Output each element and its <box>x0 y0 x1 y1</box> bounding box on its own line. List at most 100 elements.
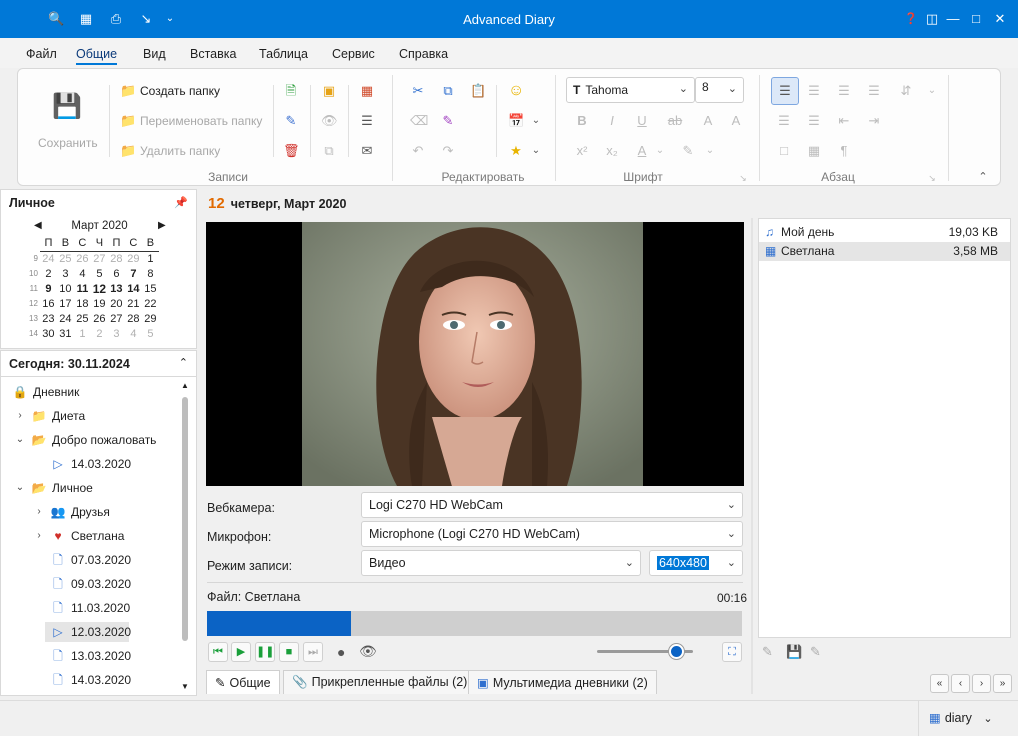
calendar-day[interactable]: 27 <box>108 311 125 326</box>
webcam-select[interactable]: Logi C270 HD WebCam ⌄ <box>361 492 743 518</box>
calendar-day[interactable]: 25 <box>74 311 91 326</box>
copy-icon[interactable]: ⧉ <box>440 83 456 99</box>
recording-progress[interactable] <box>207 611 742 636</box>
font-color-icon[interactable]: A <box>634 143 650 159</box>
calendar-day[interactable]: 27 <box>91 251 108 266</box>
view-icon[interactable]: 👁 <box>321 113 338 129</box>
new-note-icon[interactable]: 🗎 <box>283 83 299 99</box>
calendar-day[interactable]: 6 <box>108 266 125 281</box>
record-icon[interactable]: ● <box>337 644 345 660</box>
maximize-icon[interactable]: □ <box>966 9 986 29</box>
calendar-day[interactable]: 24 <box>57 311 74 326</box>
calendar-day[interactable]: 21 <box>125 296 142 311</box>
calendar-day[interactable]: 19 <box>91 296 108 311</box>
calendar-day[interactable]: 20 <box>108 296 125 311</box>
calendar-day[interactable]: 22 <box>142 296 159 311</box>
calendar-day[interactable]: 24 <box>40 251 57 266</box>
calendar-day[interactable]: 26 <box>74 251 91 266</box>
record-mode-select[interactable]: Видео ⌄ <box>361 550 641 576</box>
menu-file[interactable]: Файл <box>26 47 57 61</box>
delete-file-icon[interactable]: ✎ <box>810 644 821 660</box>
scroll-down-icon[interactable]: ▼ <box>181 682 189 691</box>
eraser-icon[interactable]: ⌫ <box>410 113 428 129</box>
create-folder-button[interactable]: Создать папку <box>140 84 220 98</box>
play-button[interactable]: ▶ <box>231 642 251 662</box>
last-entry-button[interactable]: » <box>993 674 1012 693</box>
calendar-day[interactable]: 31 <box>57 326 74 341</box>
scroll-thumb[interactable] <box>182 397 188 641</box>
insert-date-icon[interactable]: 📅 <box>508 113 524 129</box>
bold-icon[interactable]: B <box>574 113 590 129</box>
expand-icon[interactable]: › <box>34 526 44 546</box>
calendar-day[interactable]: 8 <box>142 266 159 281</box>
tree-item-personal[interactable]: ⌄ 📂 Личное <box>12 478 182 498</box>
highlight-icon[interactable]: ✎ <box>680 143 696 159</box>
minimize-icon[interactable]: — <box>943 9 963 29</box>
calendar-day[interactable]: 16 <box>40 296 57 311</box>
expand-icon[interactable]: › <box>15 406 25 426</box>
calendar-day[interactable]: 1 <box>74 326 91 341</box>
calendar-day[interactable]: 17 <box>57 296 74 311</box>
paste-icon[interactable]: 📋 <box>470 83 486 99</box>
envelope-icon[interactable]: ✉ <box>359 143 375 159</box>
pilcrow-icon[interactable]: ¶ <box>836 143 852 159</box>
color-grid-icon[interactable]: ▦ <box>359 83 375 99</box>
menu-general[interactable]: Общие <box>76 47 118 65</box>
font-shrink-icon[interactable]: A <box>728 113 744 129</box>
calendar-day[interactable]: 26 <box>91 311 108 326</box>
calendar-day-selected[interactable]: 12 <box>91 281 108 296</box>
underline-icon[interactable]: U <box>634 113 650 129</box>
edit-file-icon[interactable]: ✎ <box>762 644 773 660</box>
calendar-day[interactable]: 1 <box>142 251 159 266</box>
insert-image-icon[interactable]: ▦ <box>806 143 822 159</box>
italic-icon[interactable]: I <box>604 113 620 129</box>
tree-item-note[interactable]: 🗋 13.03.2020 <box>12 646 182 666</box>
bullets-icon[interactable]: ☰ <box>776 113 792 129</box>
align-center-icon[interactable]: ☰ <box>806 83 822 99</box>
menu-view[interactable]: Вид <box>143 47 166 61</box>
volume-thumb[interactable] <box>668 644 684 659</box>
superscript-icon[interactable]: x² <box>574 143 590 159</box>
outdent-icon[interactable]: ⇤ <box>836 113 852 129</box>
chevron-down-icon[interactable]: ⌄ <box>924 83 940 99</box>
tree-item-note-selected[interactable]: ▷ 12.03.2020 <box>45 622 131 642</box>
eye-icon[interactable]: 👁 <box>359 643 377 660</box>
close-icon[interactable]: ✕ <box>990 9 1010 29</box>
indent-icon[interactable]: ⇥ <box>866 113 882 129</box>
calendar-day[interactable]: 9 <box>40 281 57 296</box>
subscript-icon[interactable]: x₂ <box>604 143 620 159</box>
justify-icon[interactable]: ☰ <box>866 83 882 99</box>
delete-note-icon[interactable]: 🗑 <box>283 143 300 159</box>
save-file-icon[interactable]: 💾 <box>786 644 802 660</box>
strikethrough-icon[interactable]: ab <box>667 113 683 129</box>
calendar-day[interactable]: 3 <box>108 326 125 341</box>
line-spacing-icon[interactable]: ⇵ <box>898 83 914 99</box>
video-preview[interactable] <box>206 222 744 486</box>
tree-item-note[interactable]: 🗋 07.03.2020 <box>12 550 182 570</box>
tree-item-diary[interactable]: 🔒 Дневник <box>12 382 182 402</box>
collapse-tree-icon[interactable]: ⌄ <box>15 478 25 498</box>
delete-folder-button[interactable]: Удалить папку <box>140 144 220 158</box>
chevron-down-icon[interactable]: ⌄ <box>702 143 718 159</box>
skip-start-button[interactable]: ⏮ <box>208 642 228 662</box>
tree-item-welcome[interactable]: ⌄ 📂 Добро пожаловать <box>12 430 182 450</box>
volume-slider[interactable] <box>597 644 693 659</box>
calendar-day[interactable]: 29 <box>142 311 159 326</box>
file-row[interactable]: ♫ Мой день 19,03 KB <box>759 223 1010 242</box>
calendar-day[interactable]: 15 <box>142 281 159 296</box>
calendar-day[interactable]: 23 <box>40 311 57 326</box>
calendar-day[interactable]: 2 <box>40 266 57 281</box>
calendar-day[interactable]: 18 <box>74 296 91 311</box>
pin-icon[interactable]: 📌 <box>174 196 188 209</box>
menu-insert[interactable]: Вставка <box>190 47 236 61</box>
star-icon[interactable]: ★ <box>508 143 524 159</box>
numbering-icon[interactable]: ☰ <box>806 113 822 129</box>
chevron-down-icon[interactable]: ⌄ <box>528 143 544 159</box>
calendar-day[interactable]: 3 <box>57 266 74 281</box>
emoji-icon[interactable]: ☺ <box>508 83 524 99</box>
font-name-select[interactable]: T Tahoma ⌄ <box>566 77 695 103</box>
tree-item-note[interactable]: ▷ 14.03.2020 <box>12 454 182 474</box>
today-label[interactable]: Сегодня: 30.11.2024 <box>9 357 130 371</box>
align-right-icon[interactable]: ☰ <box>836 83 852 99</box>
microphone-select[interactable]: Microphone (Logi C270 HD WebCam) ⌄ <box>361 521 743 547</box>
